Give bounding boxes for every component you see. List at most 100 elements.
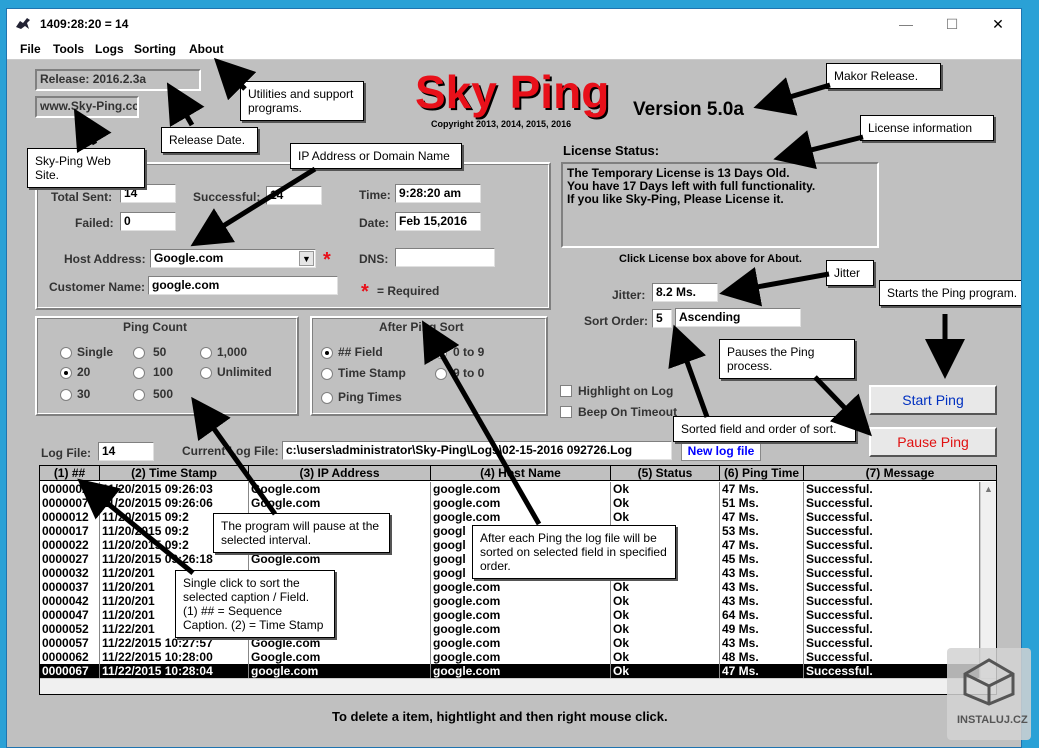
host-address-combobox[interactable]: Google.com ▼ xyxy=(150,249,316,268)
ping-count-20-radio[interactable] xyxy=(60,367,72,379)
menu-about[interactable]: About xyxy=(189,42,224,56)
menu-tools[interactable]: Tools xyxy=(53,42,84,56)
menu-bar: File Tools Logs Sorting About xyxy=(7,39,1021,60)
table-cell: 43 Ms. xyxy=(720,594,804,608)
menu-sorting[interactable]: Sorting xyxy=(134,42,176,56)
table-cell: Ok xyxy=(611,650,720,664)
sort-field-number-radio[interactable] xyxy=(321,347,333,359)
table-row[interactable]: 0000012 11/20/2015 09:2 google.com Ok 47 Ms.… xyxy=(40,510,980,524)
ping-count-50-radio[interactable] xyxy=(133,347,145,359)
table-cell: Successful. xyxy=(804,524,980,538)
sort-order-option[interactable]: 9 to 0 xyxy=(453,366,484,380)
menu-file[interactable]: File xyxy=(20,42,41,56)
ping-count-30-radio[interactable] xyxy=(60,389,72,401)
table-cell: Google.com xyxy=(249,650,431,664)
table-cell: 43 Ms. xyxy=(720,636,804,650)
start-ping-button[interactable]: Start Ping xyxy=(869,385,997,415)
jitter-label: Jitter: xyxy=(612,288,646,302)
ping-count-unlimited-radio[interactable] xyxy=(200,367,212,379)
app-icon xyxy=(16,18,30,29)
ping-count-100-radio[interactable] xyxy=(133,367,145,379)
table-cell: 0000067 xyxy=(40,664,100,678)
required-star-icon: * xyxy=(361,281,369,303)
callout-jitter: Jitter xyxy=(826,260,874,286)
jitter-field: 8.2 Ms. xyxy=(652,283,718,302)
successful-field: 14 xyxy=(266,186,322,205)
header-ip-address[interactable]: (3) IP Address xyxy=(249,466,431,481)
after-sort-title: After Ping Sort xyxy=(379,320,464,334)
sort-field-option[interactable]: Ping Times xyxy=(338,390,402,404)
sort-field-option[interactable]: Time Stamp xyxy=(338,366,406,380)
total-sent-label: Total Sent: xyxy=(51,190,113,204)
sort-field-option[interactable]: ## Field xyxy=(338,345,383,359)
ping-count-option[interactable]: 20 xyxy=(77,365,90,379)
sort-order-option[interactable]: 0 to 9 xyxy=(453,345,484,359)
highlight-on-log-label[interactable]: Highlight on Log xyxy=(578,384,673,398)
minimize-button[interactable]: — xyxy=(883,9,929,39)
ping-count-option[interactable]: 1,000 xyxy=(217,345,247,359)
ping-count-option[interactable]: Single xyxy=(77,345,113,359)
table-cell: 0000042 xyxy=(40,594,100,608)
website-box[interactable]: www.Sky-Ping.cc xyxy=(35,96,139,118)
table-cell: Ok xyxy=(611,636,720,650)
current-log-path: c:\users\administrator\Sky-Ping\Logs\02-… xyxy=(282,441,672,460)
table-cell: 0000022 xyxy=(40,538,100,552)
release-box: Release: 2016.2.3a xyxy=(35,69,201,91)
sort-field-pingtime-radio[interactable] xyxy=(321,392,333,404)
header-ping-time[interactable]: (6) Ping Time xyxy=(720,466,804,481)
table-cell: google.com xyxy=(431,482,611,496)
table-cell: google.com xyxy=(431,636,611,650)
table-row[interactable]: 0000062 11/22/2015 10:28:00 Google.com goog… xyxy=(40,650,980,664)
license-box[interactable]: The Temporary License is 13 Days Old. Yo… xyxy=(561,162,879,248)
table-cell: 51 Ms. xyxy=(720,496,804,510)
callout-pause-interval: The program will pause at the selected i… xyxy=(213,513,390,553)
log-file-count: 14 xyxy=(98,442,154,461)
close-button[interactable]: ✕ xyxy=(975,9,1021,39)
horizontal-scrollbar[interactable] xyxy=(40,678,996,694)
ping-count-500-radio[interactable] xyxy=(133,389,145,401)
beep-on-timeout-label[interactable]: Beep On Timeout xyxy=(578,405,677,419)
menu-logs[interactable]: Logs xyxy=(95,42,124,56)
watermark-text: INSTALUJ.CZ xyxy=(957,714,1028,726)
ping-count-option[interactable]: 30 xyxy=(77,387,90,401)
table-row[interactable]: 0000067 11/22/2015 10:28:04 google.com goog… xyxy=(40,664,980,678)
header-time-stamp[interactable]: (2) Time Stamp xyxy=(100,466,249,481)
ping-count-single-radio[interactable] xyxy=(60,347,72,359)
ping-count-option[interactable]: 500 xyxy=(153,387,173,401)
sort-field-timestamp-radio[interactable] xyxy=(321,368,333,380)
table-header: (1) ## (2) Time Stamp (3) IP Address (4)… xyxy=(40,466,996,481)
table-row[interactable]: 0000002 11/20/2015 09:26:03 Google.com goog… xyxy=(40,482,980,496)
pause-ping-button[interactable]: Pause Ping xyxy=(869,427,997,457)
ping-count-option[interactable]: 50 xyxy=(153,345,166,359)
table-row[interactable]: 0000057 11/22/2015 10:27:57 Google.com goog… xyxy=(40,636,980,650)
ping-count-option[interactable]: Unlimited xyxy=(217,365,272,379)
sort-order-desc-radio[interactable] xyxy=(435,368,447,380)
callout-pauses: Pauses the Ping process. xyxy=(719,339,855,379)
callout-utilities: Utilities and support programs. xyxy=(240,81,364,121)
beep-on-timeout-checkbox[interactable] xyxy=(560,406,572,418)
header-message[interactable]: (7) Message xyxy=(804,466,996,481)
header-sequence[interactable]: (1) ## xyxy=(40,466,100,481)
callout-ip-address: IP Address or Domain Name xyxy=(290,143,462,169)
table-cell: 0000057 xyxy=(40,636,100,650)
new-log-file-button[interactable]: New log file xyxy=(681,442,761,461)
table-cell: 43 Ms. xyxy=(720,580,804,594)
chevron-down-icon[interactable]: ▼ xyxy=(299,251,314,266)
table-cell: 48 Ms. xyxy=(720,650,804,664)
chevron-up-icon[interactable]: ▲ xyxy=(984,484,993,494)
table-cell: 11/22/2015 10:28:04 xyxy=(100,664,249,678)
dns-field[interactable] xyxy=(395,248,495,267)
ping-count-1000-radio[interactable] xyxy=(200,347,212,359)
table-cell: 47 Ms. xyxy=(720,482,804,496)
table-row[interactable]: 0000007 11/20/2015 09:26:06 Google.com goog… xyxy=(40,496,980,510)
table-cell: 45 Ms. xyxy=(720,552,804,566)
title-bar[interactable]: 1409:28:20 = 14 — ☐ ✕ xyxy=(7,9,1021,39)
header-host-name[interactable]: (4) Host Name xyxy=(431,466,611,481)
customer-name-field[interactable]: google.com xyxy=(148,276,338,295)
maximize-button[interactable]: ☐ xyxy=(929,9,975,39)
sort-order-asc-radio[interactable] xyxy=(435,347,447,359)
highlight-on-log-checkbox[interactable] xyxy=(560,385,572,397)
header-status[interactable]: (5) Status xyxy=(611,466,720,481)
table-cell: Ok xyxy=(611,622,720,636)
ping-count-option[interactable]: 100 xyxy=(153,365,173,379)
